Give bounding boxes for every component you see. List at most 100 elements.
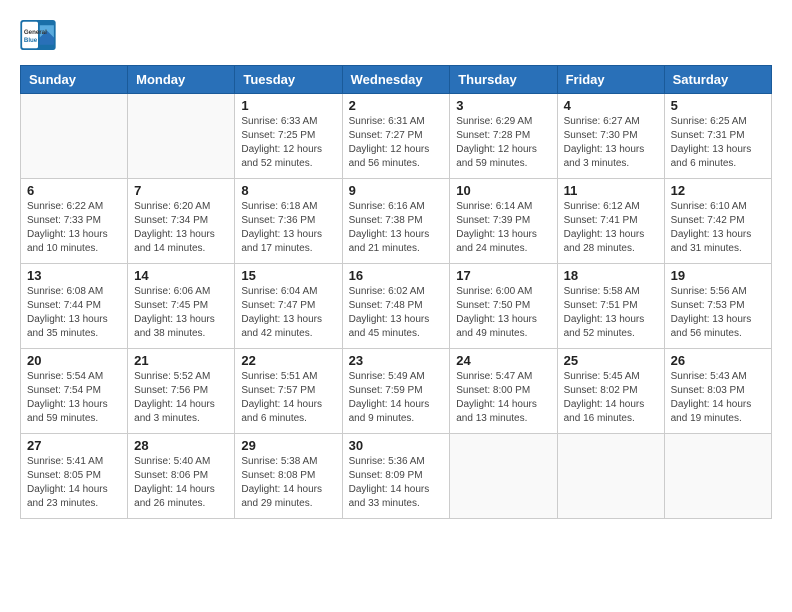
day-number: 15	[241, 268, 335, 283]
day-info: Sunrise: 6:10 AM Sunset: 7:42 PM Dayligh…	[671, 200, 765, 256]
day-number: 27	[27, 438, 121, 453]
day-number: 26	[671, 353, 765, 368]
day-cell: 11 Sunrise: 6:12 AM Sunset: 7:41 PM Dayli…	[557, 179, 664, 264]
header-tuesday: Tuesday	[235, 66, 342, 94]
day-info: Sunrise: 5:41 AM Sunset: 8:05 PM Dayligh…	[27, 455, 121, 511]
day-cell: 7 Sunrise: 6:20 AM Sunset: 7:34 PM Daylig…	[128, 179, 235, 264]
day-cell: 21 Sunrise: 5:52 AM Sunset: 7:56 PM Dayli…	[128, 349, 235, 434]
day-info: Sunrise: 5:36 AM Sunset: 8:09 PM Dayligh…	[349, 455, 444, 511]
day-cell: 14Sunrise: 6:06 AM Sunset: 7:45 PM Dayli…	[128, 264, 235, 349]
day-info: Sunrise: 5:56 AM Sunset: 7:53 PM Dayligh…	[671, 285, 765, 341]
week-row-4: 20 Sunrise: 5:54 AM Sunset: 7:54 PM Dayli…	[21, 349, 772, 434]
day-number: 24	[456, 353, 550, 368]
day-cell: 4 Sunrise: 6:27 AM Sunset: 7:30 PM Daylig…	[557, 94, 664, 179]
day-cell	[664, 434, 771, 519]
day-number: 21	[134, 353, 228, 368]
day-cell	[557, 434, 664, 519]
header-thursday: Thursday	[450, 66, 557, 94]
day-info: Sunrise: 6:27 AM Sunset: 7:30 PM Dayligh…	[564, 115, 658, 171]
day-cell: 27 Sunrise: 5:41 AM Sunset: 8:05 PM Dayli…	[21, 434, 128, 519]
day-cell: 8 Sunrise: 6:18 AM Sunset: 7:36 PM Daylig…	[235, 179, 342, 264]
header-sunday: Sunday	[21, 66, 128, 94]
day-number: 11	[564, 183, 658, 198]
day-number: 19	[671, 268, 765, 283]
svg-text:Blue: Blue	[24, 37, 38, 44]
day-info: Sunrise: 5:51 AM Sunset: 7:57 PM Dayligh…	[241, 370, 335, 426]
day-cell: 3 Sunrise: 6:29 AM Sunset: 7:28 PM Daylig…	[450, 94, 557, 179]
day-number: 29	[241, 438, 335, 453]
day-number: 1	[241, 98, 335, 113]
header-monday: Monday	[128, 66, 235, 94]
day-cell: 15 Sunrise: 6:04 AM Sunset: 7:47 PM Dayli…	[235, 264, 342, 349]
week-row-1: 1 Sunrise: 6:33 AM Sunset: 7:25 PM Daylig…	[21, 94, 772, 179]
day-cell: 18 Sunrise: 5:58 AM Sunset: 7:51 PM Dayli…	[557, 264, 664, 349]
day-cell: 23 Sunrise: 5:49 AM Sunset: 7:59 PM Dayli…	[342, 349, 450, 434]
day-number: 17	[456, 268, 550, 283]
day-info: Sunrise: 6:16 AM Sunset: 7:38 PM Dayligh…	[349, 200, 444, 256]
day-info: Sunrise: 6:22 AM Sunset: 7:33 PM Dayligh…	[27, 200, 121, 256]
day-info: Sunrise: 6:12 AM Sunset: 7:41 PM Dayligh…	[564, 200, 658, 256]
day-cell: 9 Sunrise: 6:16 AM Sunset: 7:38 PM Daylig…	[342, 179, 450, 264]
day-number: 3	[456, 98, 550, 113]
day-info: Sunrise: 6:02 AM Sunset: 7:48 PM Dayligh…	[349, 285, 444, 341]
day-number: 28	[134, 438, 228, 453]
day-cell: 12 Sunrise: 6:10 AM Sunset: 7:42 PM Dayli…	[664, 179, 771, 264]
day-number: 6	[27, 183, 121, 198]
week-row-3: 13Sunrise: 6:08 AM Sunset: 7:44 PM Dayli…	[21, 264, 772, 349]
day-number: 18	[564, 268, 658, 283]
header-saturday: Saturday	[664, 66, 771, 94]
day-number: 23	[349, 353, 444, 368]
logo-icon: General Blue	[20, 20, 56, 50]
day-info: Sunrise: 6:04 AM Sunset: 7:47 PM Dayligh…	[241, 285, 335, 341]
page-header: General Blue	[20, 20, 772, 50]
day-number: 5	[671, 98, 765, 113]
day-info: Sunrise: 5:52 AM Sunset: 7:56 PM Dayligh…	[134, 370, 228, 426]
day-info: Sunrise: 6:31 AM Sunset: 7:27 PM Dayligh…	[349, 115, 444, 171]
day-number: 10	[456, 183, 550, 198]
day-cell: 24Sunrise: 5:47 AM Sunset: 8:00 PM Dayli…	[450, 349, 557, 434]
header-wednesday: Wednesday	[342, 66, 450, 94]
day-cell: 25 Sunrise: 5:45 AM Sunset: 8:02 PM Dayli…	[557, 349, 664, 434]
day-cell: 28Sunrise: 5:40 AM Sunset: 8:06 PM Dayli…	[128, 434, 235, 519]
day-cell: 16 Sunrise: 6:02 AM Sunset: 7:48 PM Dayli…	[342, 264, 450, 349]
day-info: Sunrise: 6:00 AM Sunset: 7:50 PM Dayligh…	[456, 285, 550, 341]
day-cell	[21, 94, 128, 179]
day-info: Sunrise: 5:54 AM Sunset: 7:54 PM Dayligh…	[27, 370, 121, 426]
day-number: 8	[241, 183, 335, 198]
day-cell	[450, 434, 557, 519]
day-cell: 30 Sunrise: 5:36 AM Sunset: 8:09 PM Dayli…	[342, 434, 450, 519]
day-info: Sunrise: 5:58 AM Sunset: 7:51 PM Dayligh…	[564, 285, 658, 341]
day-number: 12	[671, 183, 765, 198]
day-info: Sunrise: 6:06 AM Sunset: 7:45 PM Dayligh…	[134, 285, 228, 341]
day-cell: 10 Sunrise: 6:14 AM Sunset: 7:39 PM Dayli…	[450, 179, 557, 264]
day-info: Sunrise: 5:49 AM Sunset: 7:59 PM Dayligh…	[349, 370, 444, 426]
logo: General Blue	[20, 20, 56, 50]
day-number: 7	[134, 183, 228, 198]
day-info: Sunrise: 6:18 AM Sunset: 7:36 PM Dayligh…	[241, 200, 335, 256]
header-friday: Friday	[557, 66, 664, 94]
day-cell: 1 Sunrise: 6:33 AM Sunset: 7:25 PM Daylig…	[235, 94, 342, 179]
day-cell: 2 Sunrise: 6:31 AM Sunset: 7:27 PM Daylig…	[342, 94, 450, 179]
day-number: 4	[564, 98, 658, 113]
day-number: 30	[349, 438, 444, 453]
day-cell: 6 Sunrise: 6:22 AM Sunset: 7:33 PM Daylig…	[21, 179, 128, 264]
day-number: 20	[27, 353, 121, 368]
day-cell: 17 Sunrise: 6:00 AM Sunset: 7:50 PM Dayli…	[450, 264, 557, 349]
day-info: Sunrise: 6:20 AM Sunset: 7:34 PM Dayligh…	[134, 200, 228, 256]
day-number: 13	[27, 268, 121, 283]
day-info: Sunrise: 6:33 AM Sunset: 7:25 PM Dayligh…	[241, 115, 335, 171]
day-cell	[128, 94, 235, 179]
day-info: Sunrise: 6:29 AM Sunset: 7:28 PM Dayligh…	[456, 115, 550, 171]
day-info: Sunrise: 5:45 AM Sunset: 8:02 PM Dayligh…	[564, 370, 658, 426]
day-info: Sunrise: 6:14 AM Sunset: 7:39 PM Dayligh…	[456, 200, 550, 256]
calendar-table: Sunday Monday Tuesday Wednesday Thursday…	[20, 65, 772, 519]
day-number: 2	[349, 98, 444, 113]
day-number: 9	[349, 183, 444, 198]
day-number: 16	[349, 268, 444, 283]
week-row-2: 6 Sunrise: 6:22 AM Sunset: 7:33 PM Daylig…	[21, 179, 772, 264]
weekday-header-row: Sunday Monday Tuesday Wednesday Thursday…	[21, 66, 772, 94]
day-cell: 22Sunrise: 5:51 AM Sunset: 7:57 PM Dayli…	[235, 349, 342, 434]
day-cell: 19 Sunrise: 5:56 AM Sunset: 7:53 PM Dayli…	[664, 264, 771, 349]
day-number: 25	[564, 353, 658, 368]
svg-text:General: General	[24, 29, 47, 36]
